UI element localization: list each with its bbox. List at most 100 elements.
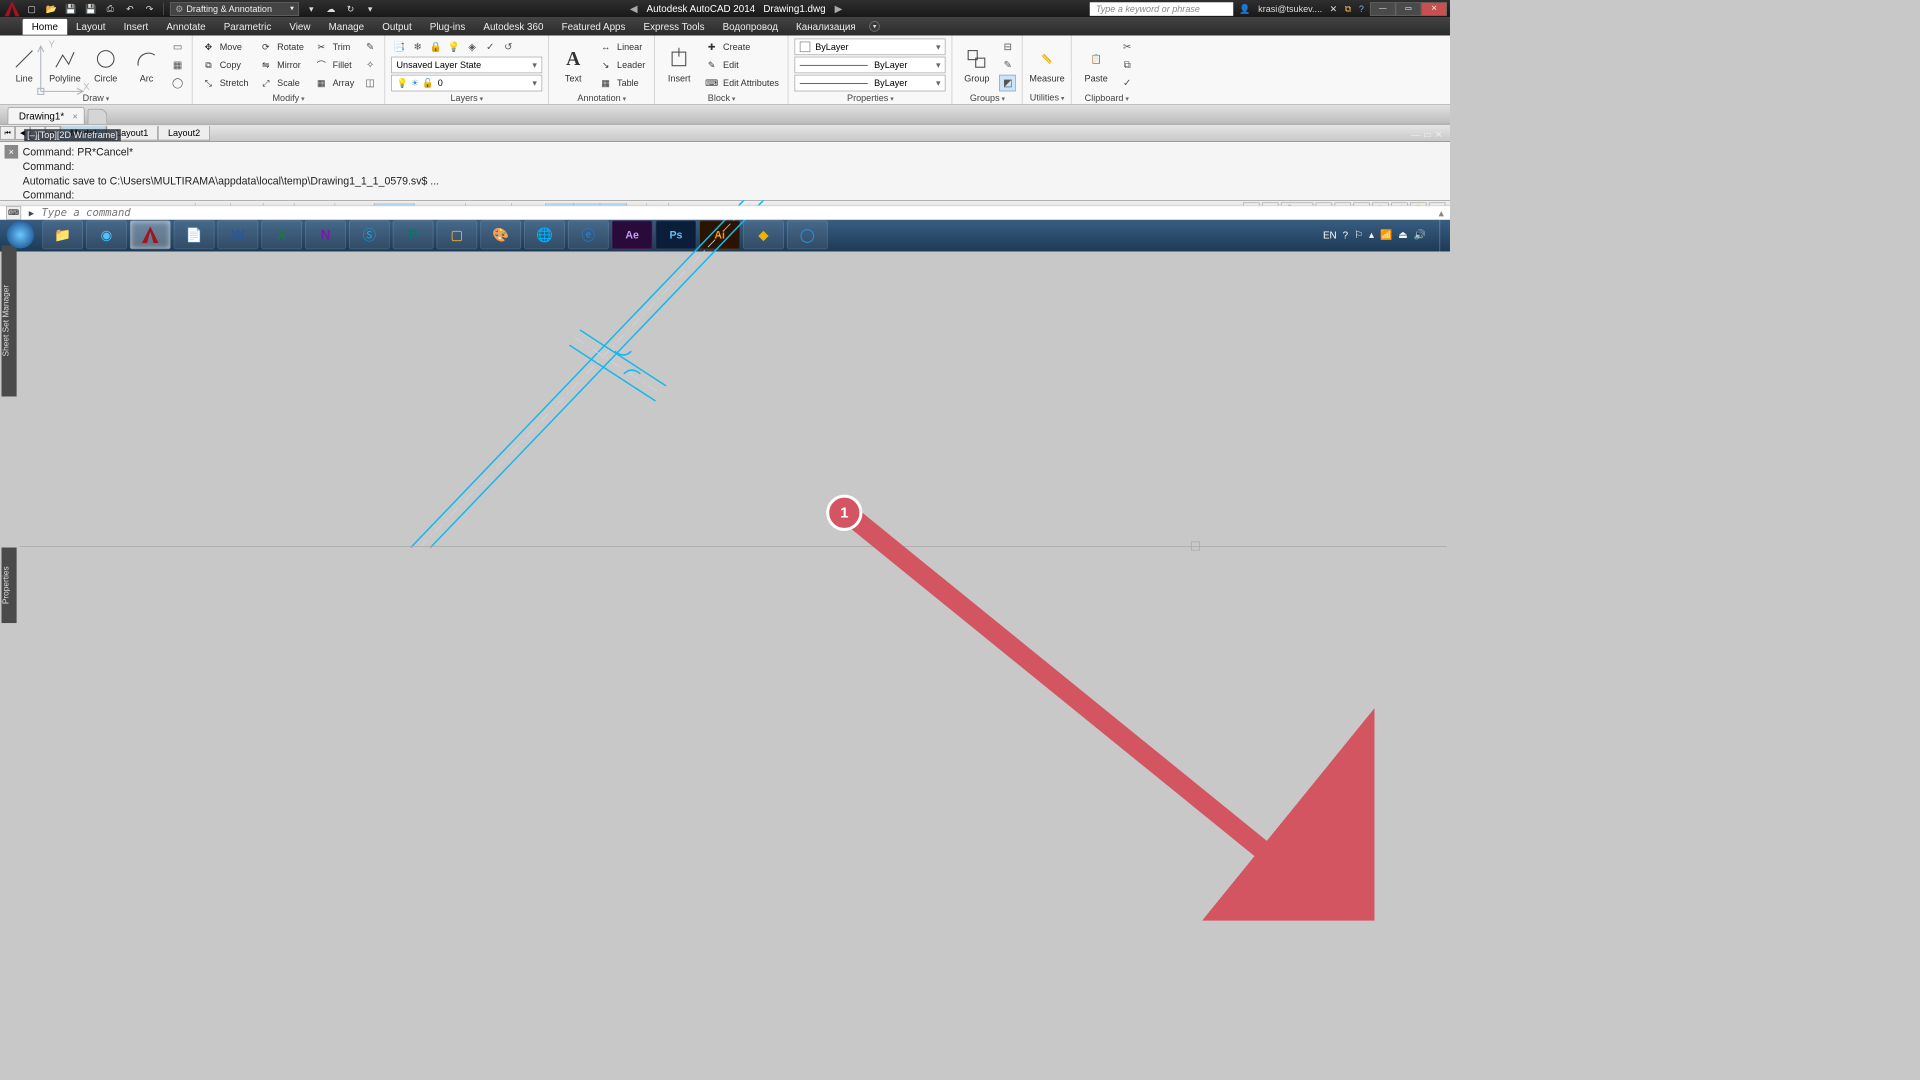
edit-attributes-button[interactable]: ⌨Edit Attributes (702, 75, 782, 92)
create-button[interactable]: ✚Create (702, 39, 782, 56)
tab-featured-apps[interactable]: Featured Apps (553, 19, 635, 35)
group-edit-icon[interactable]: ✎ (999, 57, 1016, 74)
doc-tab[interactable]: Drawing1*× (8, 107, 85, 124)
tab-annotate[interactable]: Annotate (157, 19, 214, 35)
mirror-button[interactable]: ⇋Mirror (256, 57, 307, 74)
arc-button[interactable]: Arc (128, 46, 164, 84)
sync-icon[interactable]: ↻ (343, 1, 358, 16)
panel-title[interactable]: Modify (199, 91, 379, 105)
qat-dropdown-icon[interactable]: ▾ (363, 1, 378, 16)
linear-button[interactable]: ↔Linear (596, 39, 648, 56)
close-button[interactable]: ✕ (1421, 2, 1447, 16)
circle-button[interactable]: Circle (88, 46, 124, 84)
draw-ellipse-icon[interactable]: ◯ (169, 75, 186, 92)
command-recent-icon[interactable]: ▴ (1439, 207, 1444, 220)
exchange-icon[interactable]: ✕ (1330, 3, 1338, 14)
scale-button[interactable]: ⤢Scale (256, 75, 307, 92)
panel-title[interactable]: Groups (959, 91, 1016, 105)
command-prompt-icon[interactable]: ⌨ (6, 206, 21, 220)
move-button[interactable]: ✥Move (199, 39, 252, 56)
layer-freeze-icon[interactable]: ❄ (409, 39, 426, 56)
save-icon[interactable]: 💾 (63, 1, 78, 16)
layer-lock-icon[interactable]: 🔒 (427, 39, 444, 56)
text-button[interactable]: AText (555, 46, 591, 84)
panel-title[interactable]: Block (661, 91, 782, 105)
tab-kanalizaciya[interactable]: Канализация (787, 19, 865, 35)
leader-button[interactable]: ↘Leader (596, 57, 648, 74)
layer-properties-icon[interactable]: 📑 (391, 39, 408, 56)
edit-button[interactable]: ✎Edit (702, 57, 782, 74)
tab-view[interactable]: View (280, 19, 319, 35)
tab-output[interactable]: Output (373, 19, 421, 35)
tab-insert[interactable]: Insert (115, 19, 158, 35)
lineweight-dropdown[interactable]: ByLayer (795, 57, 946, 74)
minimize-button[interactable]: — (1370, 2, 1396, 16)
palette-sheet-set[interactable]: Sheet Set Manager (2, 245, 17, 396)
paste-button[interactable]: 📋Paste (1078, 46, 1114, 84)
layer-isolate-icon[interactable]: ◈ (464, 39, 481, 56)
panel-title[interactable]: Annotation (555, 91, 648, 105)
explode-icon[interactable]: ✧ (362, 57, 379, 74)
trim-button[interactable]: ✂Trim (311, 39, 357, 56)
app-logo-icon[interactable] (5, 1, 20, 16)
user-name[interactable]: krasi@tsukev.... (1258, 3, 1322, 14)
new-doc-tab-button[interactable] (88, 109, 108, 124)
tab-autodesk360[interactable]: Autodesk 360 (474, 19, 552, 35)
group-select-icon[interactable]: ◩ (999, 75, 1016, 92)
tab-vodoprovod[interactable]: Водопровод (714, 19, 787, 35)
tab-plugins[interactable]: Plug-ins (421, 19, 475, 35)
match-icon[interactable]: ✓ (1119, 75, 1136, 92)
ungroup-icon[interactable]: ⊟ (999, 39, 1016, 56)
cut-icon[interactable]: ✂ (1119, 39, 1136, 56)
palette-properties[interactable]: Properties (2, 548, 17, 624)
copy-button[interactable]: ⧉Copy (199, 57, 252, 74)
draw-hatch-icon[interactable]: ▦ (169, 57, 186, 74)
panel-title[interactable]: Utilities (1029, 91, 1065, 105)
saveas-icon[interactable]: 💾 (83, 1, 98, 16)
stay-connected-icon[interactable]: ⧉ (1345, 3, 1351, 14)
insert-button[interactable]: Insert (661, 46, 697, 84)
open-icon[interactable]: 📂 (44, 1, 59, 16)
tab-express-tools[interactable]: Express Tools (634, 19, 713, 35)
layer-state-dropdown[interactable]: Unsaved Layer State (391, 57, 542, 74)
undo-icon[interactable]: ↶ (122, 1, 137, 16)
maximize-button[interactable]: ▭ (1396, 2, 1422, 16)
tab-parametric[interactable]: Parametric (215, 19, 281, 35)
qat-more-icon[interactable]: ▾ (304, 1, 319, 16)
tab-manage[interactable]: Manage (320, 19, 374, 35)
fillet-button[interactable]: ⌒Fillet (311, 57, 357, 74)
draw-rect-icon[interactable]: ▭ (169, 39, 186, 56)
print-icon[interactable]: ⎙ (103, 1, 118, 16)
layer-prev-icon[interactable]: ↺ (500, 39, 517, 56)
panel-title[interactable]: Layers (391, 91, 542, 105)
help-search-input[interactable]: Type a keyword or phrase (1090, 2, 1233, 16)
workspace-dropdown[interactable]: ⚙Drafting & Annotation (170, 2, 299, 16)
measure-button[interactable]: 📏Measure (1029, 46, 1065, 84)
close-tab-icon[interactable]: × (72, 111, 77, 122)
linetype-dropdown[interactable]: ByLayer (795, 75, 946, 92)
current-layer-dropdown[interactable]: 💡☀🔓0 (391, 75, 542, 92)
tab-layout[interactable]: Layout (67, 19, 115, 35)
help-icon[interactable]: ? (1359, 3, 1364, 14)
array-button[interactable]: ▦Array (311, 75, 357, 92)
group-button[interactable]: Group (959, 46, 995, 84)
tab-home[interactable]: Home (23, 19, 67, 35)
signin-icon[interactable]: 👤 (1239, 3, 1250, 14)
color-dropdown[interactable]: ByLayer (795, 39, 946, 56)
layer-match-icon[interactable]: ✓ (482, 39, 499, 56)
cloud-icon[interactable]: ☁ (323, 1, 338, 16)
layout-nav-first[interactable]: ⏮ (0, 126, 15, 140)
erase-icon[interactable]: ✎ (362, 39, 379, 56)
table-button[interactable]: ▦Table (596, 75, 648, 92)
ribbon-expand-icon[interactable]: ▾ (869, 21, 880, 32)
command-close-icon[interactable]: × (5, 145, 19, 159)
layer-off-icon[interactable]: 💡 (446, 39, 463, 56)
command-input[interactable] (42, 207, 1432, 219)
panel-title[interactable]: Properties (795, 91, 946, 105)
copy-clip-icon[interactable]: ⧉ (1119, 57, 1136, 74)
rotate-button[interactable]: ⟳Rotate (256, 39, 307, 56)
new-icon[interactable]: ▢ (24, 1, 39, 16)
redo-icon[interactable]: ↷ (142, 1, 157, 16)
offset-icon[interactable]: ◫ (362, 75, 379, 92)
stretch-button[interactable]: ⤡Stretch (199, 75, 252, 92)
